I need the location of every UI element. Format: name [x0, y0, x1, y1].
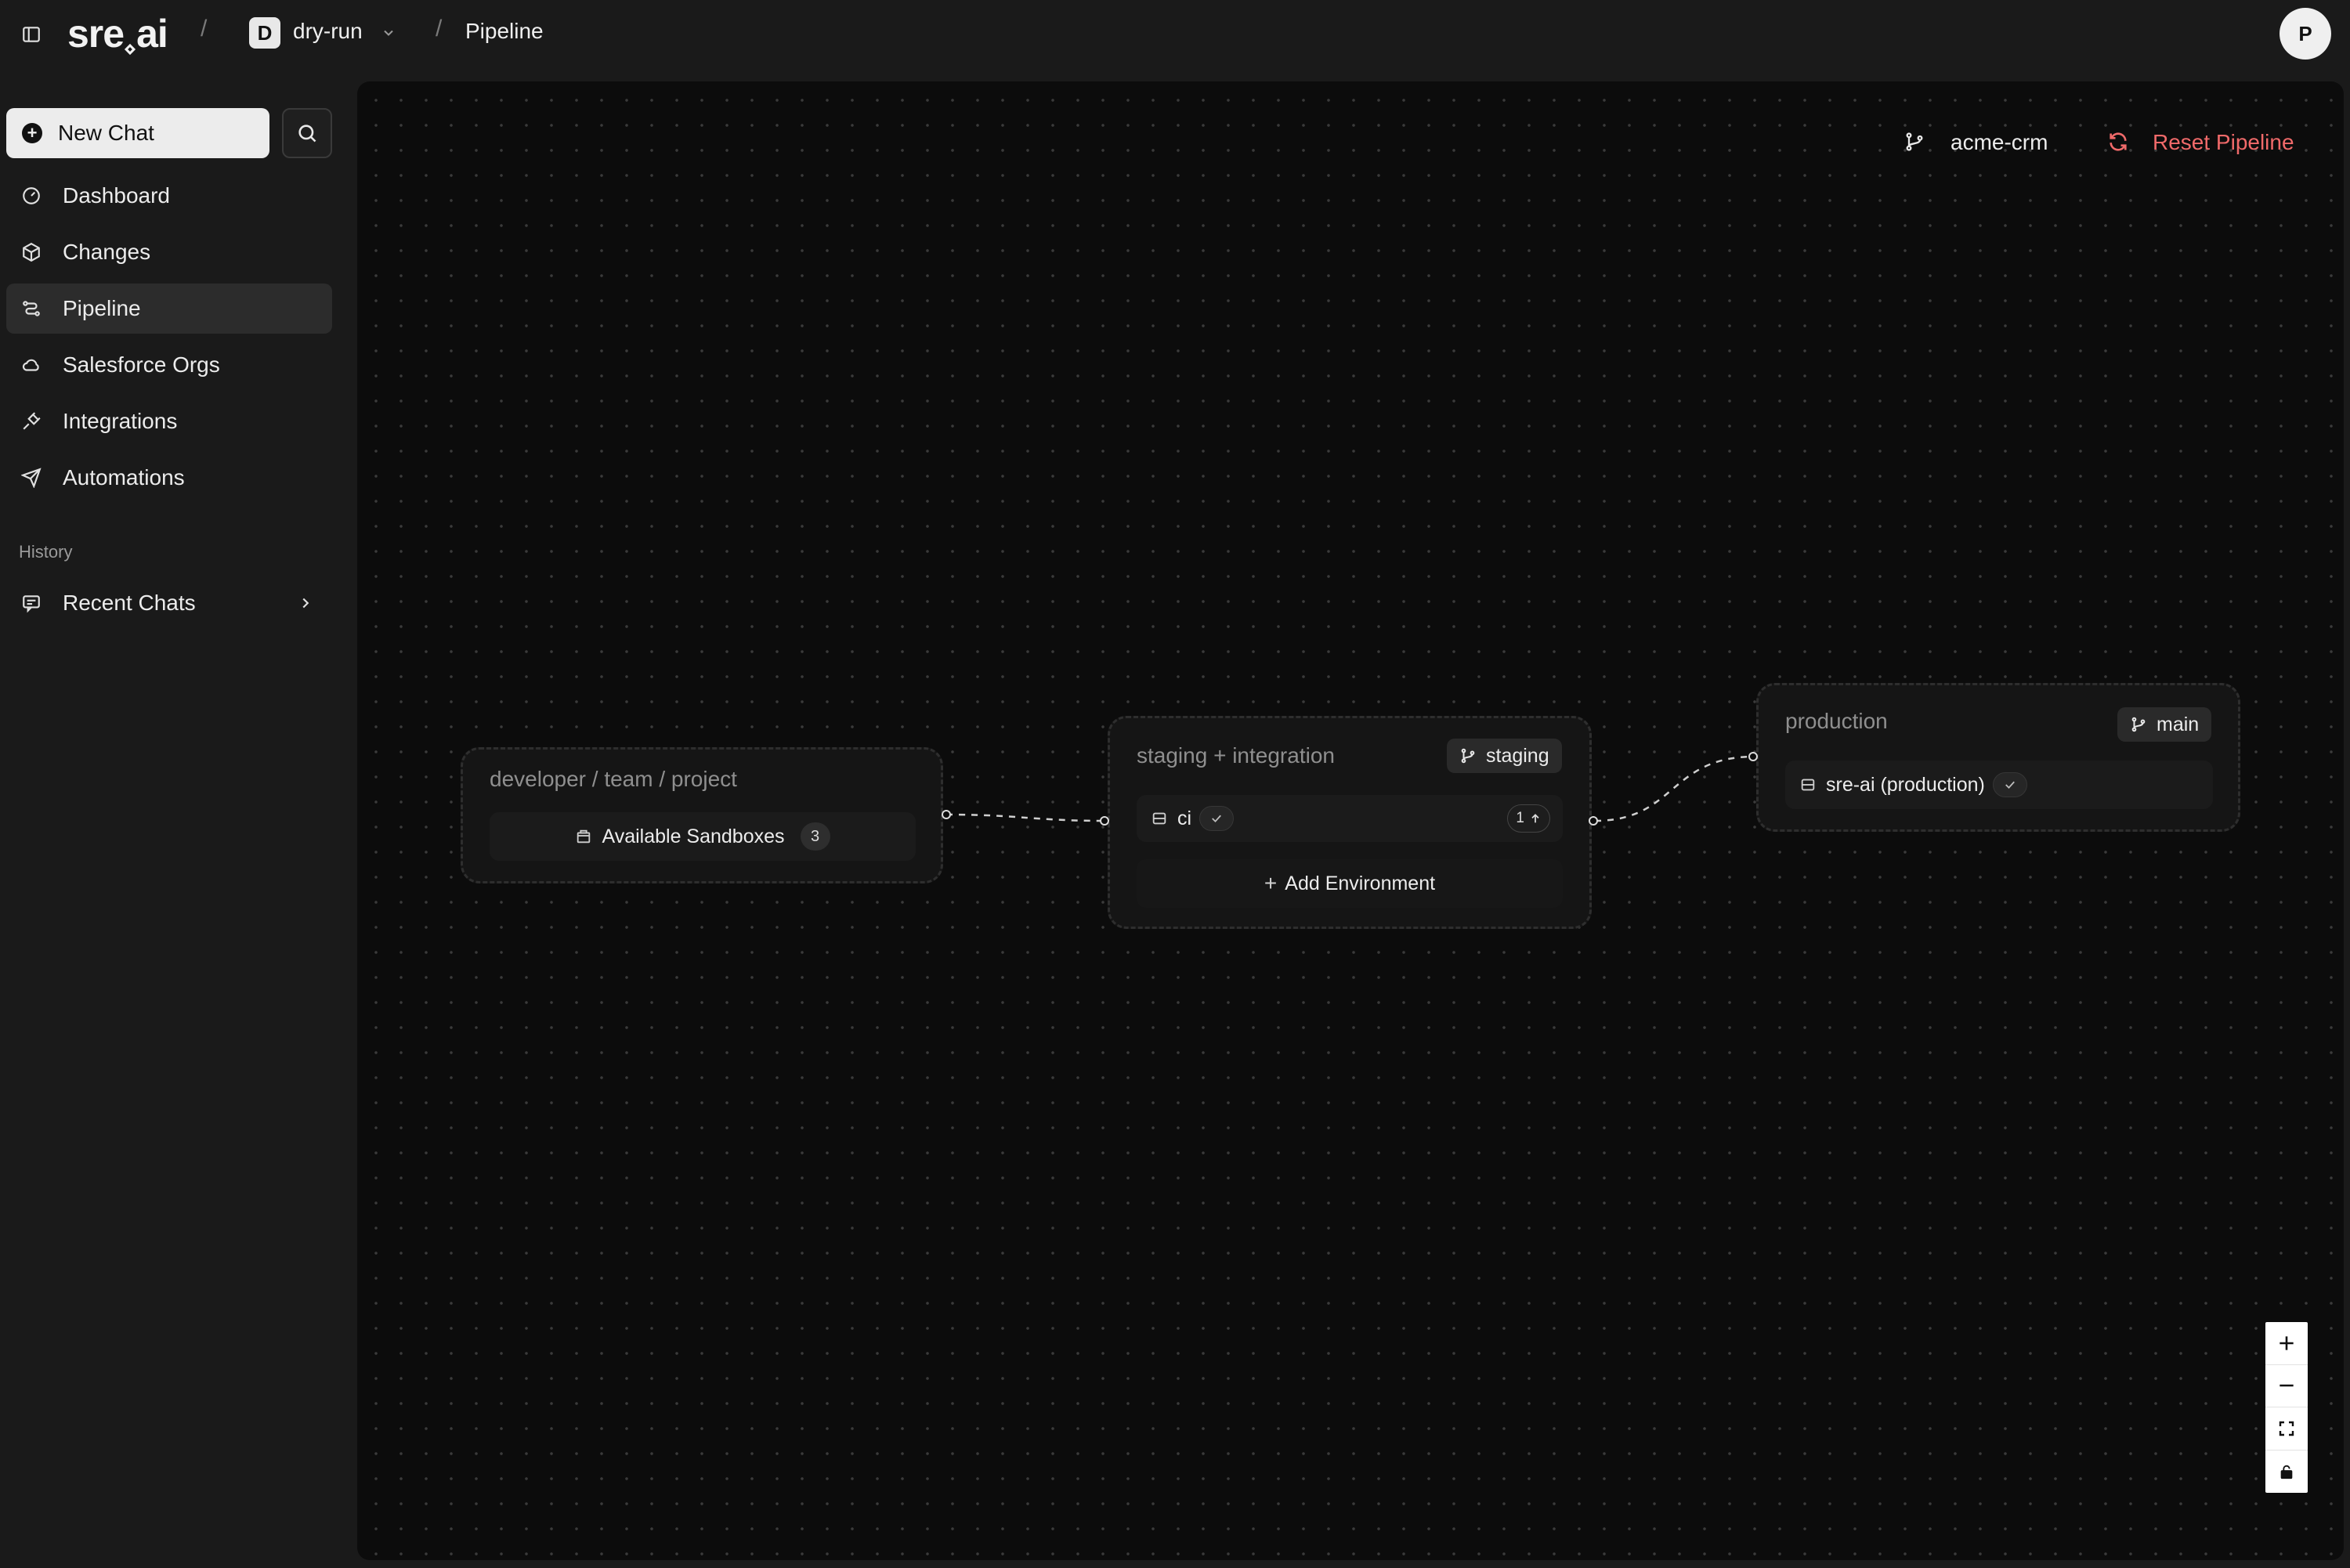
pending-count: 1 [1516, 810, 1524, 826]
sidebar-item-automations[interactable]: Automations [6, 453, 332, 503]
sidebar-item-label: Pipeline [63, 296, 141, 320]
cloud-icon [19, 352, 44, 378]
sidebar-item-dashboard[interactable]: Dashboard [6, 171, 332, 221]
row-label: sre-ai (production) [1826, 773, 1985, 796]
box-icon [577, 829, 591, 844]
logo-text: sre [67, 12, 125, 56]
reset-pipeline-label: Reset Pipeline [2153, 130, 2294, 154]
sidebar-item-pipeline[interactable]: Pipeline [6, 284, 332, 334]
check-icon [1992, 772, 2027, 797]
breadcrumb-separator: / [201, 16, 208, 42]
output-handle[interactable] [942, 810, 951, 819]
branch-name: staging [1486, 744, 1549, 767]
row-label: Available Sandboxes [602, 825, 785, 847]
branch-badge-main[interactable]: main [2117, 707, 2212, 742]
send-icon [19, 465, 44, 490]
stage-title: developer / team / project [490, 767, 737, 791]
environment-row-ci[interactable]: ci 1 [1137, 795, 1563, 842]
sidebar-item-label: Automations [63, 465, 185, 490]
gauge-icon [19, 183, 44, 208]
git-branch-icon [2131, 717, 2146, 732]
sidebar-item-label: Integrations [63, 409, 178, 433]
input-handle[interactable] [1100, 816, 1109, 826]
stage-production[interactable]: production main sre-ai (production) [1756, 683, 2240, 832]
sidebar-toggle-icon[interactable] [17, 20, 45, 49]
package-icon [19, 240, 44, 265]
environment-row-production[interactable]: sre-ai (production) [1785, 761, 2213, 809]
sidebar-item-label: Changes [63, 240, 151, 264]
new-chat-label: New Chat [58, 121, 154, 145]
sidebar-item-label: Dashboard [63, 183, 170, 208]
sandbox-count-badge: 3 [800, 822, 830, 851]
input-handle[interactable] [1748, 752, 1758, 761]
plus-icon [2280, 1336, 2294, 1350]
breadcrumb-separator: / [436, 16, 443, 42]
breadcrumb-current-page: Pipeline [465, 19, 544, 43]
plug-icon [19, 409, 44, 434]
reset-pipeline-button[interactable]: Reset Pipeline [2107, 130, 2294, 155]
chat-icon [19, 591, 44, 616]
check-icon [1199, 806, 1235, 831]
available-sandboxes-row[interactable]: Available Sandboxes 3 [490, 812, 916, 861]
database-icon [1801, 779, 1815, 791]
arrow-up-icon [1531, 814, 1539, 823]
top-bar: sre ai / D dry-run / Pipeline P [0, 0, 2350, 69]
sidebar-item-label: Recent Chats [63, 591, 196, 615]
git-branch-icon [1461, 748, 1475, 764]
chevron-right-icon[interactable] [296, 594, 315, 612]
canvas-controls [2265, 1322, 2308, 1493]
minus-icon [2280, 1384, 2294, 1387]
plus-circle-icon: + [22, 123, 42, 143]
lock-button[interactable] [2265, 1451, 2308, 1494]
logo-dot-icon [125, 43, 136, 56]
workspace-badge[interactable]: D [249, 17, 280, 49]
lock-icon [2280, 1465, 2293, 1479]
sidebar-item-changes[interactable]: Changes [6, 227, 332, 277]
workspace-name[interactable]: dry-run [293, 19, 363, 44]
sidebar-item-integrations[interactable]: Integrations [6, 396, 332, 446]
branch-badge-staging[interactable]: staging [1447, 739, 1562, 773]
sidebar-item-label: Salesforce Orgs [63, 352, 220, 377]
search-button[interactable] [282, 108, 332, 158]
add-environment-label: Add Environment [1285, 872, 1436, 894]
sidebar-item-salesforce-orgs[interactable]: Salesforce Orgs [6, 340, 332, 390]
fullscreen-icon [2279, 1421, 2294, 1436]
refresh-icon [2107, 131, 2131, 154]
new-chat-button[interactable]: + New Chat [6, 108, 269, 158]
logo-suffix: ai [136, 12, 168, 56]
history-section-label: History [19, 542, 73, 562]
sidebar-item-recent-chats[interactable]: Recent Chats [6, 578, 332, 628]
repo-name: acme-crm [1950, 130, 2048, 154]
fit-view-button[interactable] [2265, 1407, 2308, 1451]
row-label: ci [1177, 807, 1192, 829]
logo[interactable]: sre ai [67, 11, 168, 56]
stage-developer[interactable]: developer / team / project Available San… [461, 747, 943, 883]
zoom-in-button[interactable] [2265, 1322, 2308, 1365]
repo-selector[interactable]: acme-crm [1904, 130, 2048, 155]
avatar[interactable]: P [2280, 8, 2331, 60]
stage-staging[interactable]: staging + integration staging ci 1 + Add… [1108, 716, 1592, 929]
branch-name: main [2157, 713, 2200, 735]
pipeline-icon [19, 296, 44, 321]
git-branch-icon [1904, 131, 1927, 154]
database-icon [1152, 812, 1166, 825]
zoom-out-button[interactable] [2265, 1365, 2308, 1407]
stage-title: production [1785, 709, 1888, 733]
plus-icon: + [1264, 871, 1278, 895]
chevron-down-icon[interactable] [379, 23, 398, 42]
add-environment-button[interactable]: + Add Environment [1137, 859, 1563, 908]
stage-title: staging + integration [1137, 743, 1335, 768]
pending-changes-badge[interactable]: 1 [1507, 804, 1550, 833]
output-handle[interactable] [1589, 816, 1598, 826]
search-icon [298, 125, 316, 143]
sidebar: + New Chat Dashboard Changes Pipeline Sa… [0, 69, 357, 1568]
